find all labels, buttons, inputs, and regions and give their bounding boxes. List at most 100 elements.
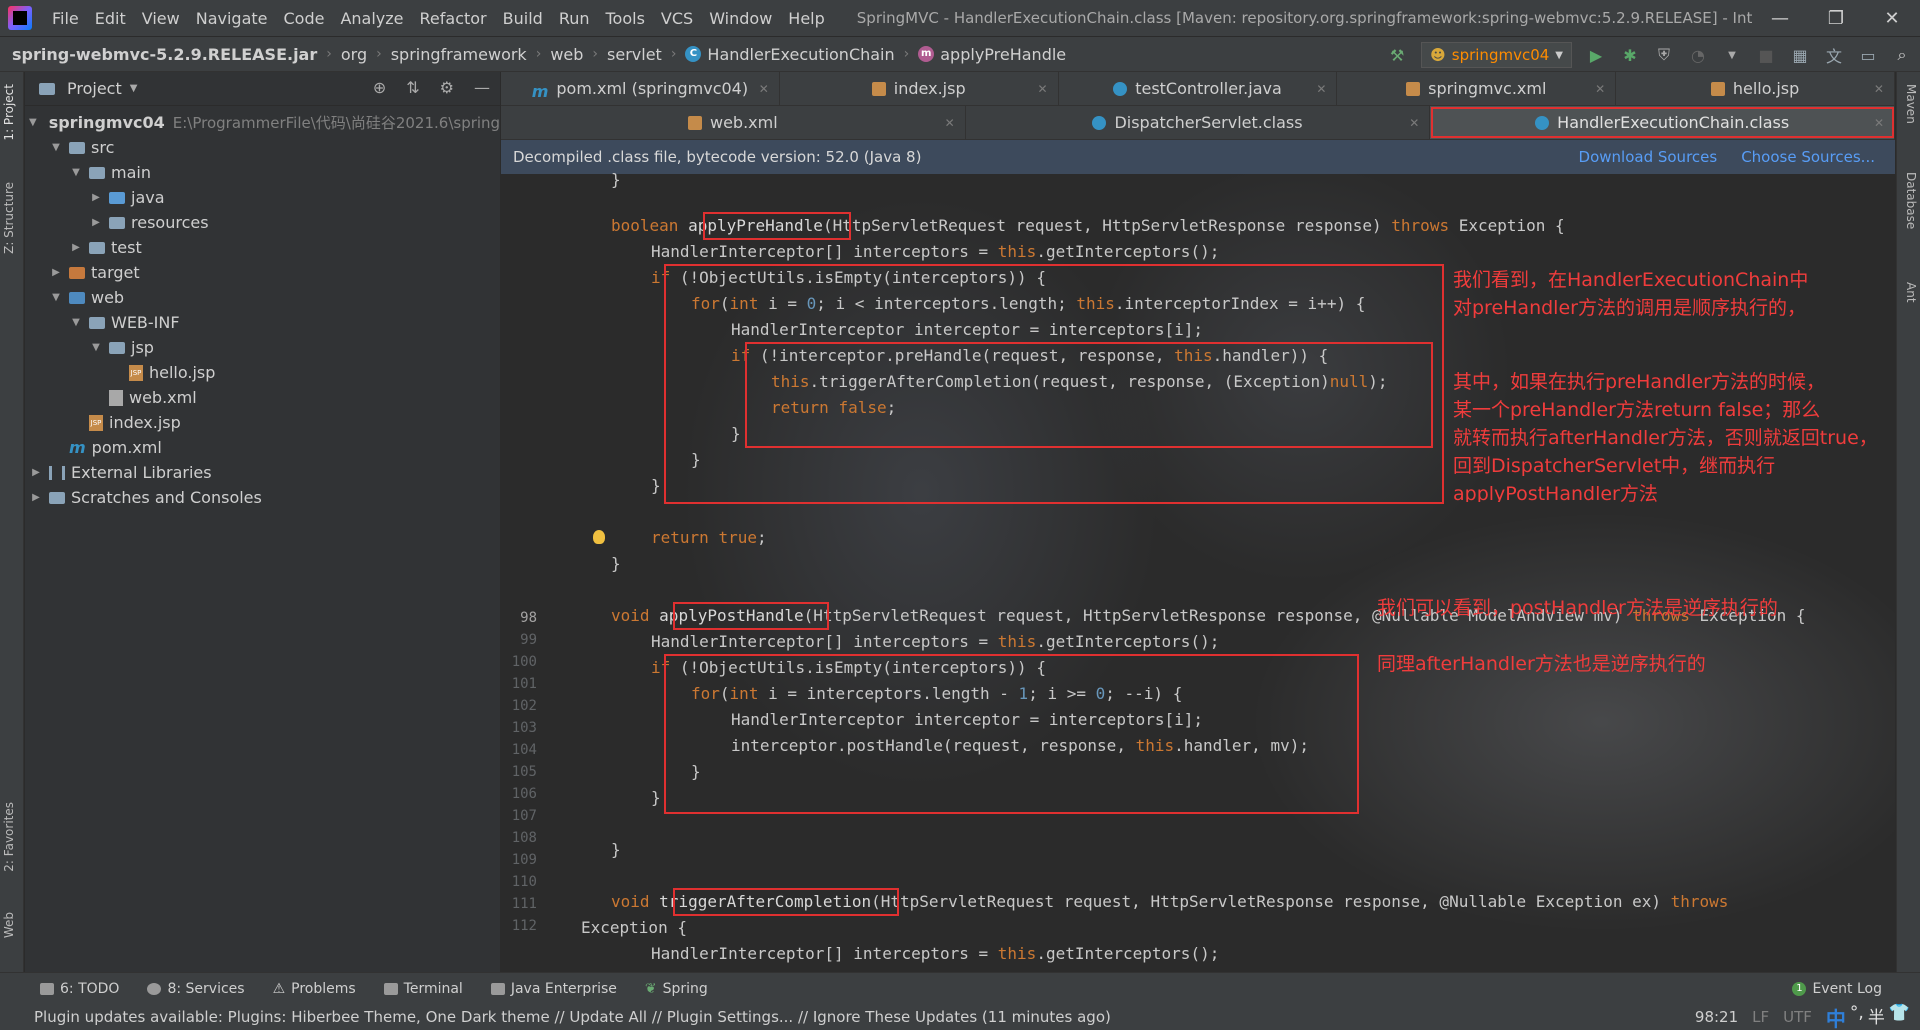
tree-item-external-libraries[interactable]: ▶ External Libraries: [25, 460, 500, 485]
project-structure-icon[interactable]: ▦: [1790, 45, 1810, 65]
close-icon[interactable]: ✕: [945, 116, 955, 130]
tree-item-resources[interactable]: ▶ resources: [25, 210, 500, 235]
tree-item-hello-jsp[interactable]: JSP hello.jsp: [25, 360, 500, 385]
menu-window[interactable]: Window: [701, 9, 780, 28]
chevron-down-icon[interactable]: ▼: [69, 317, 83, 328]
status-message[interactable]: Plugin updates available: Plugins: Hiber…: [34, 1008, 1111, 1026]
close-icon[interactable]: ✕: [759, 82, 769, 96]
translate-icon[interactable]: 文: [1824, 45, 1844, 66]
stop-icon[interactable]: ■: [1756, 45, 1776, 65]
chevron-down-icon[interactable]: ▼: [130, 83, 138, 94]
chevron-down-icon[interactable]: ▼: [49, 292, 63, 303]
menu-edit[interactable]: Edit: [87, 9, 134, 28]
tree-item-pom-xml[interactable]: m pom.xml: [25, 435, 500, 460]
breadcrumb-jar[interactable]: spring-webmvc-5.2.9.RELEASE.jar: [12, 45, 317, 64]
menu-view[interactable]: View: [134, 9, 188, 28]
tree-item-jsp[interactable]: ▼ jsp: [25, 335, 500, 360]
tool-window-java-enterprise[interactable]: Java Enterprise: [490, 981, 617, 997]
tab-hello-jsp[interactable]: hello.jsp ✕: [1616, 72, 1895, 105]
restore-button[interactable]: ❐: [1808, 8, 1864, 29]
tree-item-web-xml[interactable]: web.xml: [25, 385, 500, 410]
tree-item-scratches[interactable]: ▶ Scratches and Consoles: [25, 485, 500, 510]
breadcrumb-class[interactable]: C HandlerExecutionChain: [685, 45, 895, 64]
breadcrumb-web[interactable]: web: [550, 45, 583, 64]
chevron-right-icon[interactable]: ▶: [29, 467, 43, 478]
minimize-button[interactable]: —: [1752, 8, 1808, 29]
debug-icon[interactable]: ✱: [1620, 45, 1640, 65]
presentation-icon[interactable]: ▭: [1858, 45, 1878, 65]
project-view-select[interactable]: Project: [67, 79, 122, 98]
tree-item-java[interactable]: ▶ java: [25, 185, 500, 210]
breadcrumb-method[interactable]: m applyPreHandle: [918, 45, 1066, 64]
tool-window-services[interactable]: 8: Services: [147, 981, 245, 997]
menu-file[interactable]: File: [44, 9, 87, 28]
menu-run[interactable]: Run: [551, 9, 598, 28]
menu-analyze[interactable]: Analyze: [332, 9, 411, 28]
tab-dispatcherservlet-class[interactable]: DispatcherServlet.class ✕: [966, 106, 1431, 139]
caret-position[interactable]: 98:21: [1695, 1008, 1738, 1026]
tool-tab-web[interactable]: Web: [2, 912, 16, 938]
event-log-button[interactable]: 1 Event Log: [1792, 981, 1882, 997]
tab-springmvc-xml[interactable]: springmvc.xml ✕: [1337, 72, 1617, 105]
tab-pom-xml[interactable]: m pom.xml (springmvc04) ✕: [501, 72, 780, 105]
breadcrumb-org[interactable]: org: [341, 45, 367, 64]
menu-navigate[interactable]: Navigate: [188, 9, 276, 28]
more-run-chevron-icon[interactable]: ▼: [1722, 45, 1742, 65]
run-configuration-select[interactable]: ☻ springmvc04 ▼: [1421, 42, 1572, 68]
tool-tab-favorites[interactable]: 2: Favorites: [2, 802, 16, 872]
close-icon[interactable]: ✕: [1874, 82, 1884, 96]
tool-tab-database[interactable]: Database: [1904, 172, 1918, 229]
collapse-all-icon[interactable]: ⇅: [406, 78, 419, 97]
build-hammer-icon[interactable]: ⚒: [1387, 45, 1407, 65]
hide-panel-icon[interactable]: —: [474, 78, 490, 97]
chevron-right-icon[interactable]: ▶: [49, 267, 63, 278]
chevron-right-icon[interactable]: ▶: [89, 192, 103, 203]
tree-item-src[interactable]: ▼ src: [25, 135, 500, 160]
chevron-right-icon[interactable]: ▶: [89, 217, 103, 228]
tool-tab-structure[interactable]: Z: Structure: [2, 182, 16, 254]
download-sources-link[interactable]: Download Sources: [1579, 148, 1718, 166]
menu-refactor[interactable]: Refactor: [412, 9, 495, 28]
menu-code[interactable]: Code: [276, 9, 333, 28]
tool-tab-project[interactable]: 1: Project: [2, 84, 16, 141]
profile-icon[interactable]: ◔: [1688, 45, 1708, 65]
tree-item-index-jsp[interactable]: JSP index.jsp: [25, 410, 500, 435]
tool-tab-ant[interactable]: Ant: [1904, 282, 1918, 303]
tool-window-terminal[interactable]: Terminal: [383, 981, 463, 997]
chevron-down-icon[interactable]: ▼: [49, 142, 63, 153]
tree-item-test[interactable]: ▶ test: [25, 235, 500, 260]
tab-testcontroller-java[interactable]: testController.java ✕: [1059, 72, 1338, 105]
tool-window-todo[interactable]: 6: TODO: [40, 981, 119, 997]
lightbulb-icon[interactable]: [593, 530, 605, 544]
run-icon[interactable]: ▶: [1586, 45, 1606, 65]
code-editor[interactable]: } boolean applyPreHandle(HttpServletRequ…: [501, 170, 1895, 972]
tab-handlerexecutionchain-class[interactable]: HandlerExecutionChain.class ✕: [1430, 106, 1895, 139]
close-icon[interactable]: ✕: [1595, 82, 1605, 96]
tree-item-web-inf[interactable]: ▼ WEB-INF: [25, 310, 500, 335]
tree-item-target[interactable]: ▶ target: [25, 260, 500, 285]
chevron-right-icon[interactable]: ▶: [29, 492, 43, 503]
menu-help[interactable]: Help: [780, 9, 832, 28]
chevron-right-icon[interactable]: ▶: [69, 242, 83, 253]
tool-window-problems[interactable]: ⚠ Problems: [273, 981, 356, 997]
coverage-icon[interactable]: ⛨: [1654, 45, 1674, 65]
chevron-down-icon[interactable]: ▼: [29, 117, 37, 128]
chevron-down-icon[interactable]: ▼: [89, 342, 103, 353]
tree-item-springmvc04[interactable]: ▼ springmvc04 E:\ProgrammerFile\代码\尚硅谷20…: [25, 110, 500, 135]
menu-build[interactable]: Build: [495, 9, 551, 28]
tab-index-jsp[interactable]: index.jsp ✕: [780, 72, 1059, 105]
locate-icon[interactable]: ⊕: [373, 78, 386, 97]
breadcrumb-servlet[interactable]: servlet: [607, 45, 662, 64]
close-icon[interactable]: ✕: [1874, 116, 1884, 130]
menu-tools[interactable]: Tools: [598, 9, 653, 28]
breadcrumb-springframework[interactable]: springframework: [391, 45, 527, 64]
tool-tab-maven[interactable]: Maven: [1904, 84, 1918, 124]
close-icon[interactable]: ✕: [1038, 82, 1048, 96]
line-separator[interactable]: LF: [1752, 1008, 1769, 1026]
file-encoding[interactable]: UTF: [1783, 1008, 1812, 1026]
tool-window-spring[interactable]: ❦ Spring: [645, 981, 708, 997]
tab-web-xml[interactable]: web.xml ✕: [501, 106, 966, 139]
tree-item-main[interactable]: ▼ main: [25, 160, 500, 185]
close-icon[interactable]: ✕: [1316, 82, 1326, 96]
ime-toolbar[interactable]: 中 °, 半 👕: [1826, 1003, 1910, 1030]
